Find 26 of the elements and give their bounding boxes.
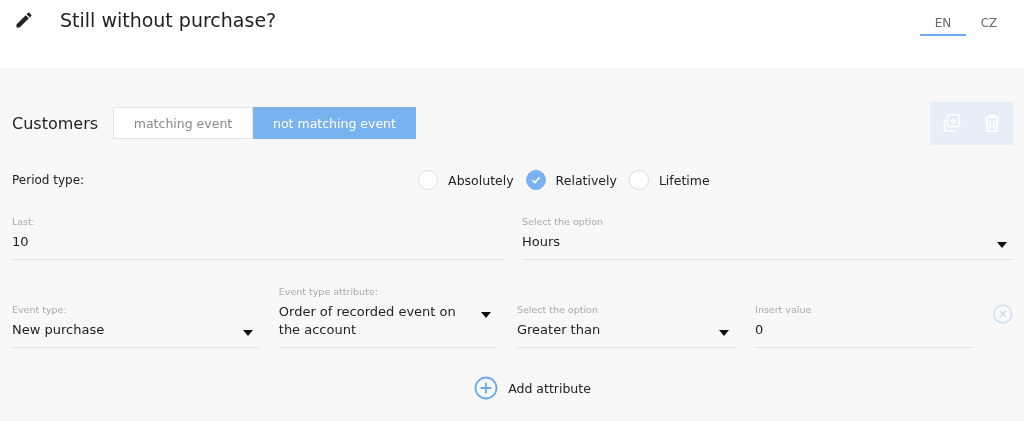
remove-icon[interactable] [993, 304, 1013, 324]
radio-label: Absolutely [448, 172, 514, 188]
select-field[interactable]: Event type: New purchase [12, 304, 259, 348]
caret-icon [242, 330, 253, 336]
radio-button[interactable] [525, 170, 546, 190]
radio-button[interactable] [628, 170, 649, 190]
plus-icon [474, 376, 499, 400]
last-field[interactable]: Last: 10 [12, 216, 503, 260]
select-field[interactable]: Event type attribute: Order of recorded event on the account [278, 286, 497, 348]
radio-label: Relatively [555, 172, 617, 188]
select-field[interactable]: Select the option Greater than [516, 304, 736, 348]
period-label: Period type: [12, 173, 85, 187]
caret-icon [719, 330, 730, 336]
pencil-icon[interactable] [14, 10, 34, 30]
match-toggle[interactable]: matching event [113, 107, 253, 139]
language-tab[interactable]: EN [920, 6, 966, 36]
value-field[interactable]: Insert value 0 [755, 304, 974, 348]
radio-button[interactable] [418, 170, 439, 190]
caret-icon [997, 242, 1007, 248]
add-attribute-button[interactable]: Add attribute [474, 376, 591, 400]
unit-select[interactable]: Select the option Hours [522, 216, 1013, 260]
page-title: Still without purchase? [60, 9, 277, 31]
caret-icon [480, 312, 491, 318]
language-tab[interactable]: CZ [966, 6, 1012, 36]
radio-label: Lifetime [658, 172, 710, 188]
customers-label: Customers [12, 113, 100, 133]
